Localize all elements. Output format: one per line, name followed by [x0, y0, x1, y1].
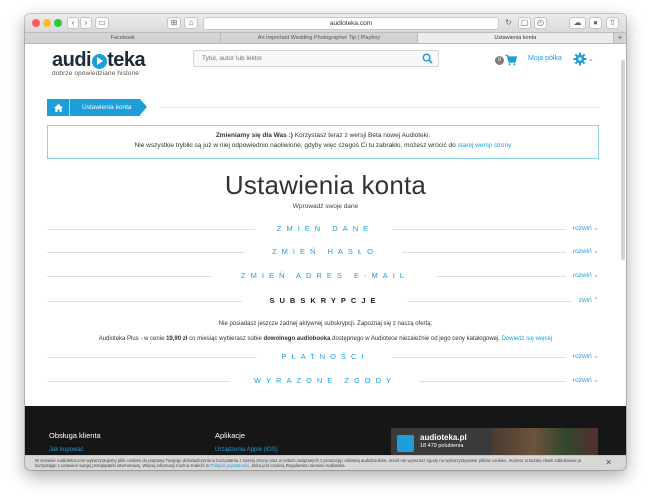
section-title-change-password: ZMIEŃ HASŁO	[272, 247, 378, 256]
search-box	[193, 50, 439, 67]
offer-text-b: co miesiąc wybierasz sobie	[187, 336, 264, 342]
site-header: audi teka dobrze opowiedziane historie 0	[25, 44, 626, 89]
sidebar-icon[interactable]: ▭	[95, 17, 109, 29]
section-payments[interactable]: PŁATNOŚCI rozwiń ⌄	[47, 350, 599, 364]
facebook-likes: 18 479 polubienia	[420, 443, 464, 449]
play-icon	[91, 53, 107, 69]
home-icon	[54, 103, 63, 112]
section-title-subscriptions: SUBSKRYPCJE	[269, 296, 381, 305]
section-change-email[interactable]: ZMIEŃ ADRES E-MAIL rozwiń ⌄	[47, 269, 599, 283]
privacy-policy-link[interactable]: Polityce prywatności	[210, 463, 249, 468]
breadcrumb-home[interactable]	[47, 99, 71, 116]
share-icon[interactable]: ⇧	[606, 17, 619, 29]
tab-account-settings[interactable]: Ustawienia konta	[417, 33, 614, 43]
expand-toggle-change-password[interactable]: rozwiń ⌄	[569, 247, 599, 255]
footer-link-how-to-buy[interactable]: Jak kupować	[49, 447, 84, 453]
reader-icon[interactable]: ▢	[518, 17, 531, 29]
expand-toggle-payments[interactable]: rozwiń ⌄	[569, 352, 599, 360]
logo-text-right: teka	[107, 49, 146, 71]
audioteka-icon	[397, 435, 414, 452]
zoom-window-button[interactable]	[54, 19, 62, 27]
my-shelf-link[interactable]: Moja półka	[528, 55, 562, 62]
subscriptions-offer-text: Audioteka Plus - w cenie 19,90 zł co mie…	[25, 336, 626, 342]
logo-text-left: audi	[52, 49, 92, 71]
site-logo[interactable]: audi teka dobrze opowiedziane historie	[52, 49, 146, 77]
footer-link-apple-devices[interactable]: Urządzenia Apple (iOS)	[215, 447, 278, 453]
browser-window: ‹ › ▭ ⊞ ⌂ audioteka.com ↻ ▢ ◴ ☁ ● ⇧ Face…	[25, 14, 626, 470]
downloads-icon[interactable]: ◴	[534, 17, 547, 29]
collapse-toggle-subscriptions[interactable]: zwiń ⌃	[575, 296, 599, 304]
chevron-down-icon[interactable]: ⌄	[588, 55, 594, 63]
search-input[interactable]	[194, 51, 414, 66]
address-bar[interactable]: audioteka.com	[203, 17, 499, 30]
section-consents[interactable]: WYRAŻONE ZGODY rozwiń ⌄	[47, 374, 599, 388]
logo-wordmark: audi teka	[52, 49, 146, 72]
page-subtitle: Wprowadź swoje dane	[292, 203, 359, 210]
grid-icon[interactable]: ⊞	[167, 17, 181, 29]
breadcrumb-divider	[160, 107, 600, 108]
notice-line-2: Nie wszystkie trybiki są już w niej odpo…	[48, 142, 598, 149]
offer-text-a: Audioteka Plus - w cenie	[98, 336, 167, 342]
learn-more-link[interactable]: Dowiedz się więcej	[502, 336, 553, 342]
cookie-bar: W serwisie Audioteka.com wykorzystujemy …	[25, 455, 626, 470]
search-icon[interactable]	[422, 53, 433, 64]
gear-icon[interactable]	[573, 52, 587, 66]
forward-icon[interactable]: ›	[80, 17, 92, 29]
notice-bold: Zmieniamy się dla Was :)	[215, 132, 293, 139]
cloud-icon[interactable]: ☁	[569, 17, 586, 29]
section-change-password[interactable]: ZMIEŃ HASŁO rozwiń ⌄	[47, 245, 599, 259]
page-content: audi teka dobrze opowiedziane historie 0	[25, 44, 626, 470]
section-title-payments: PŁATNOŚCI	[281, 352, 369, 361]
footer-heading-customer-service: Obsługa klienta	[49, 431, 101, 440]
address-text: audioteka.com	[329, 20, 373, 27]
notice-line-1: Zmieniamy się dla Was :) Korzystasz tera…	[48, 132, 598, 139]
scrollbar[interactable]	[621, 60, 625, 260]
section-change-data[interactable]: ZMIEŃ DANE rozwiń ⌄	[47, 222, 599, 236]
cookie-text-b: , która jest częścią Regulaminu serwisu …	[249, 463, 346, 469]
section-title-change-email: ZMIEŃ ADRES E-MAIL	[241, 271, 409, 280]
offer-bold: dowolnego audiobooka	[263, 336, 331, 342]
close-icon[interactable]: ✕	[605, 459, 612, 467]
notice-line-1-rest: Korzystasz teraz z wersji Beta nowej Aud…	[292, 132, 431, 139]
footer-heading-apps: Aplikacje	[215, 431, 246, 440]
tab-playboy[interactable]: An Important Wedding Photographer Tip | …	[221, 33, 418, 43]
cookie-text: W serwisie Audioteka.com wykorzystujemy …	[35, 458, 590, 469]
logo-tagline: dobrze opowiedziane historie	[52, 70, 139, 77]
breadcrumb: Ustawienia konta	[47, 99, 146, 116]
offer-price: 19,90 zł	[166, 336, 188, 342]
close-window-button[interactable]	[32, 19, 40, 27]
section-title-consents: WYRAŻONE ZGODY	[253, 376, 397, 385]
facebook-page-name: audioteka.pl	[420, 433, 467, 442]
expand-toggle-change-email[interactable]: rozwiń ⌄	[569, 271, 599, 279]
home-icon[interactable]: ⌂	[184, 17, 198, 29]
section-subscriptions[interactable]: SUBSKRYPCJE zwiń ⌃	[47, 294, 599, 308]
notice-line-2-text: Nie wszystkie trybiki są już w niej odpo…	[134, 142, 458, 149]
section-title-change-data: ZMIEŃ DANE	[276, 224, 374, 233]
cart-count-badge: 0	[495, 56, 504, 65]
minimize-window-button[interactable]	[43, 19, 51, 27]
offer-text-c: dostępnego w Audiotece niezależnie od je…	[330, 336, 502, 342]
reload-icon[interactable]: ↻	[502, 17, 515, 29]
tab-facebook[interactable]: Facebook	[25, 33, 222, 43]
expand-toggle-change-data[interactable]: rozwiń ⌄	[569, 224, 599, 232]
extension-icon[interactable]: ●	[589, 17, 602, 29]
expand-toggle-consents[interactable]: rozwiń ⌄	[569, 376, 599, 384]
tab-strip: Facebook An Important Wedding Photograph…	[25, 33, 626, 44]
breadcrumb-current[interactable]: Ustawienia konta	[70, 99, 146, 116]
new-tab-button[interactable]: +	[614, 33, 626, 43]
beta-notice: Zmieniamy się dla Was :) Korzystasz tera…	[47, 125, 599, 159]
back-icon[interactable]: ‹	[67, 17, 79, 29]
subscriptions-empty-text: Nie posiadasz jeszcze żadnej aktywnej su…	[218, 321, 433, 327]
page-title: Ustawienia konta	[224, 170, 427, 200]
old-site-link[interactable]: starej wersji strony	[458, 142, 512, 149]
cart-icon[interactable]	[505, 54, 517, 66]
browser-toolbar: ‹ › ▭ ⊞ ⌂ audioteka.com ↻ ▢ ◴ ☁ ● ⇧	[25, 14, 626, 33]
